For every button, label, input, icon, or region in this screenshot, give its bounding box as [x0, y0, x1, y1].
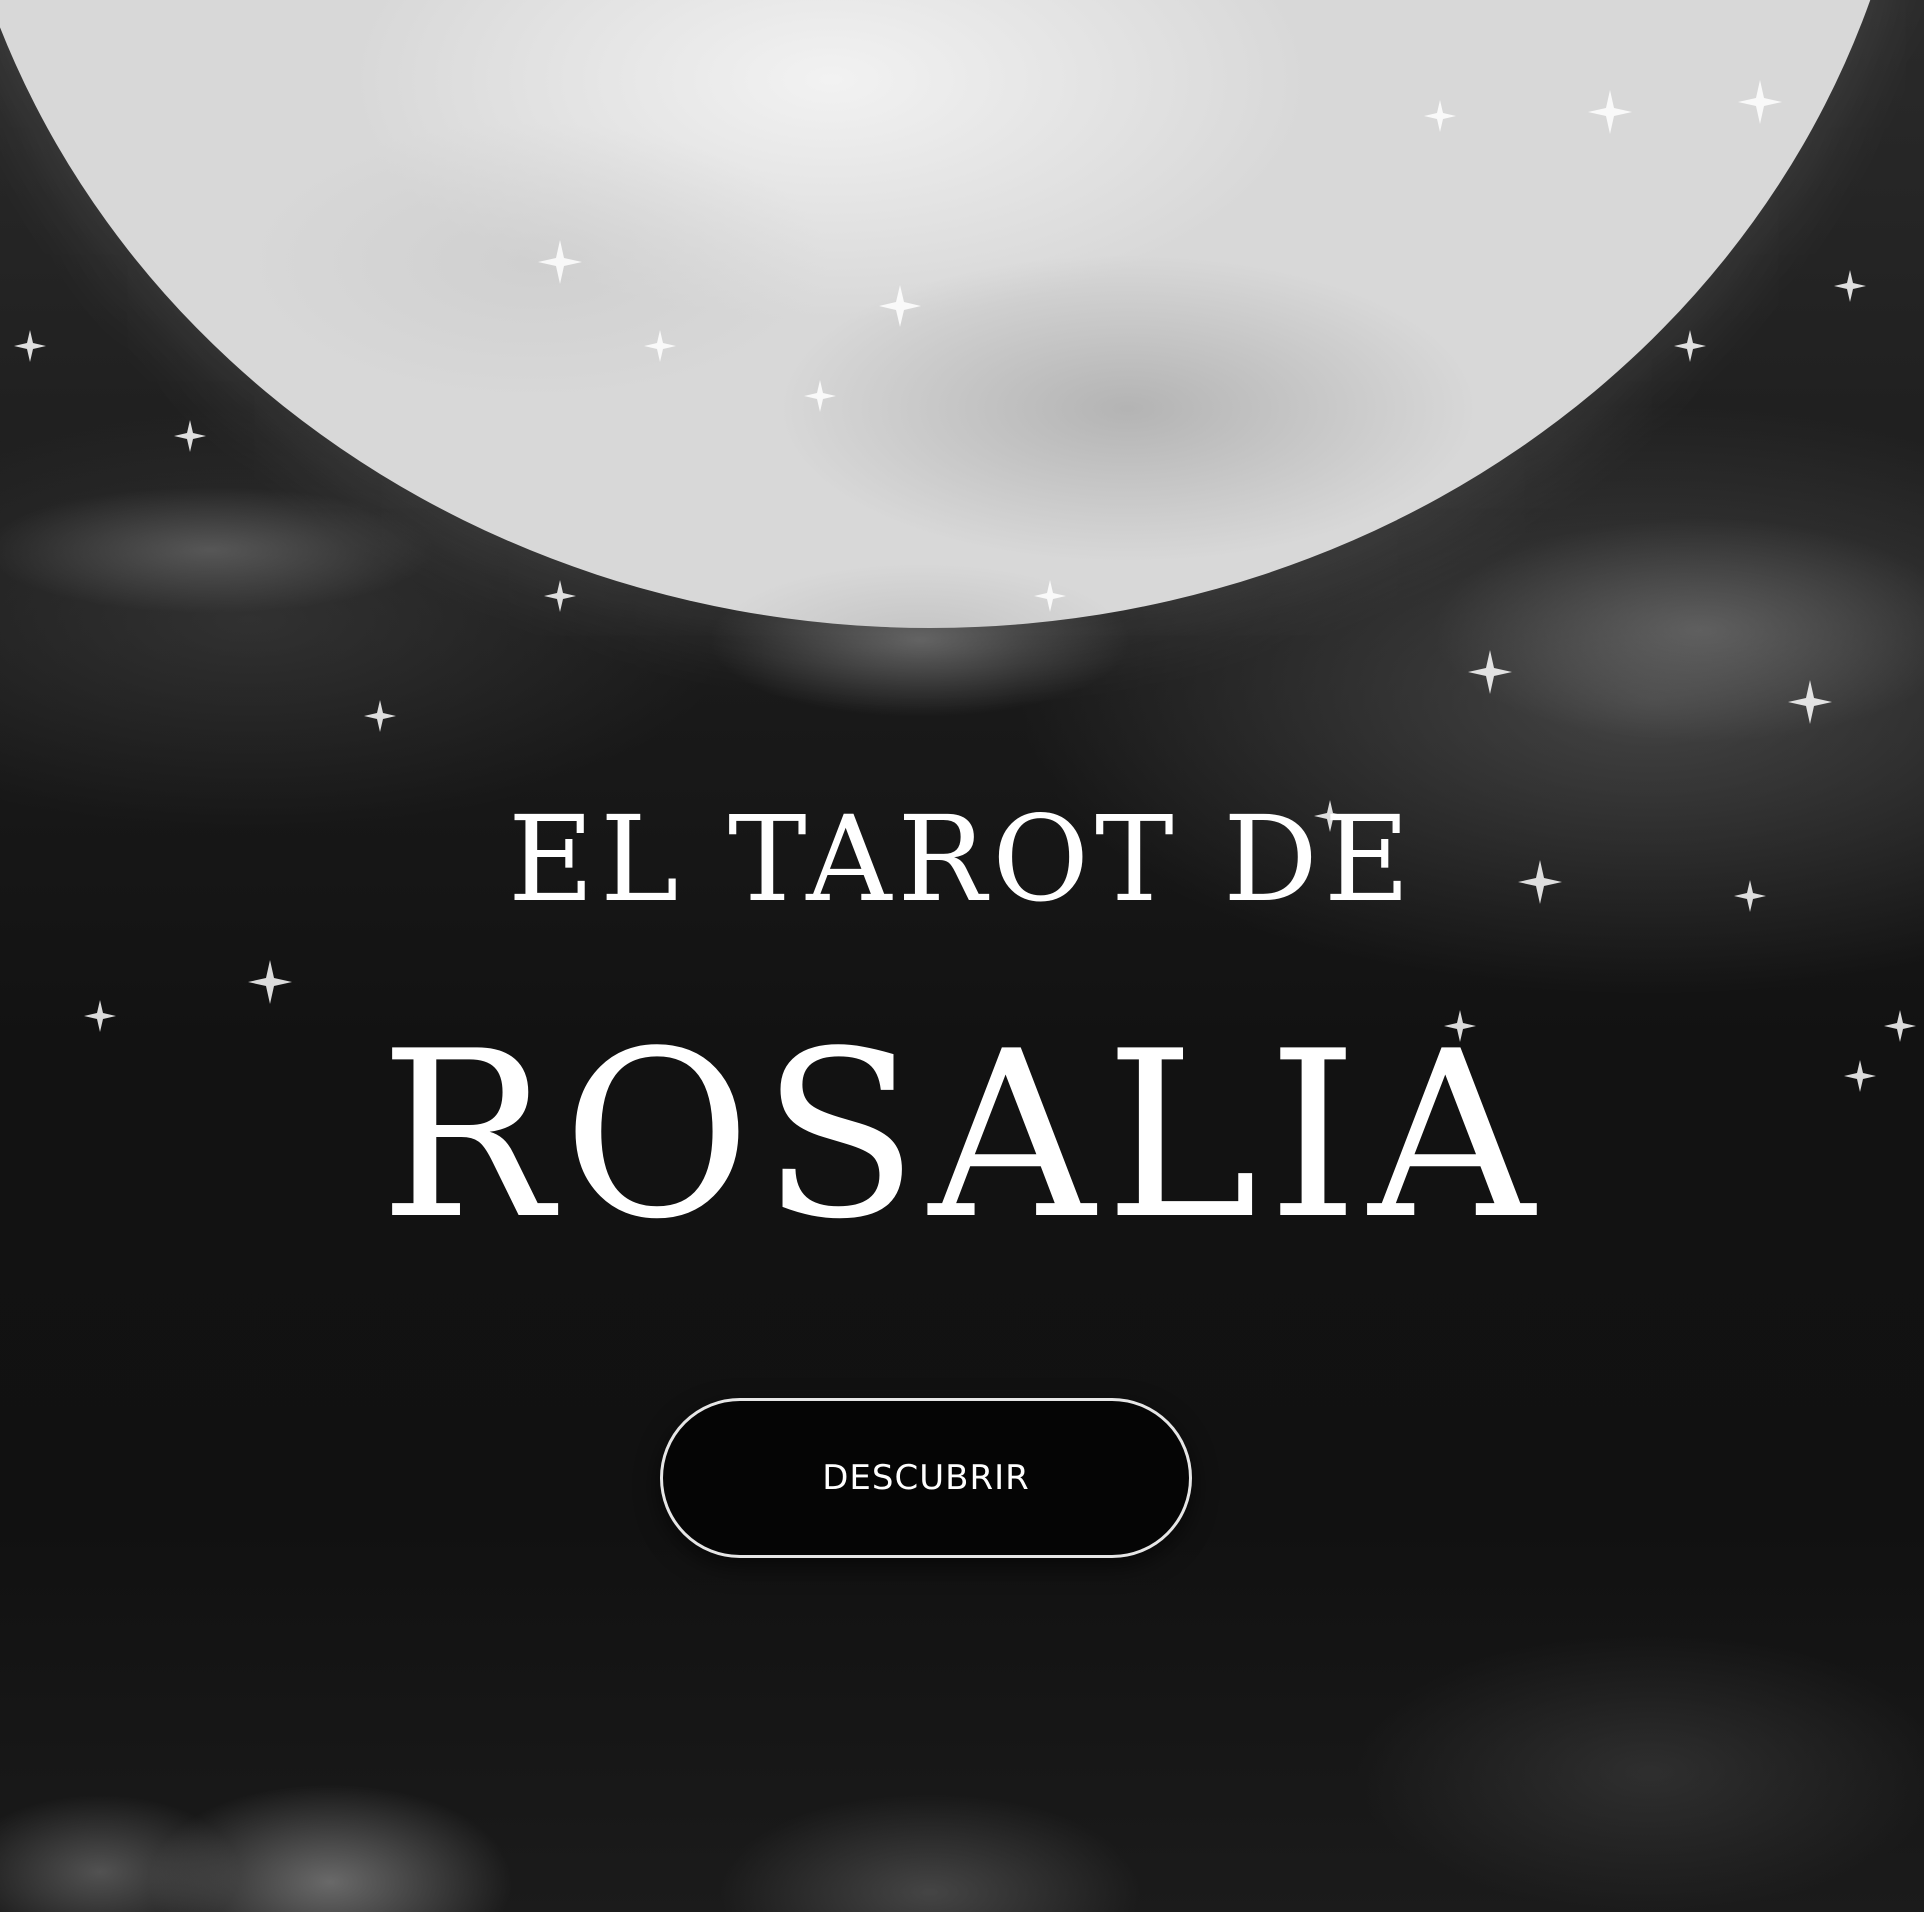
title-line-1: EL TAROT DE: [507, 790, 1417, 928]
bottom-clouds: [0, 1552, 1924, 1912]
title-line-2: ROSALIA: [379, 1003, 1545, 1270]
discover-button[interactable]: DESCUBRIR: [660, 1398, 1192, 1558]
hero-title: EL TAROT DE ROSALIA: [0, 790, 1924, 1252]
hero-scene: EL TAROT DE ROSALIA DESCUBRIR: [0, 0, 1924, 1912]
discover-button-label: DESCUBRIR: [822, 1458, 1030, 1498]
